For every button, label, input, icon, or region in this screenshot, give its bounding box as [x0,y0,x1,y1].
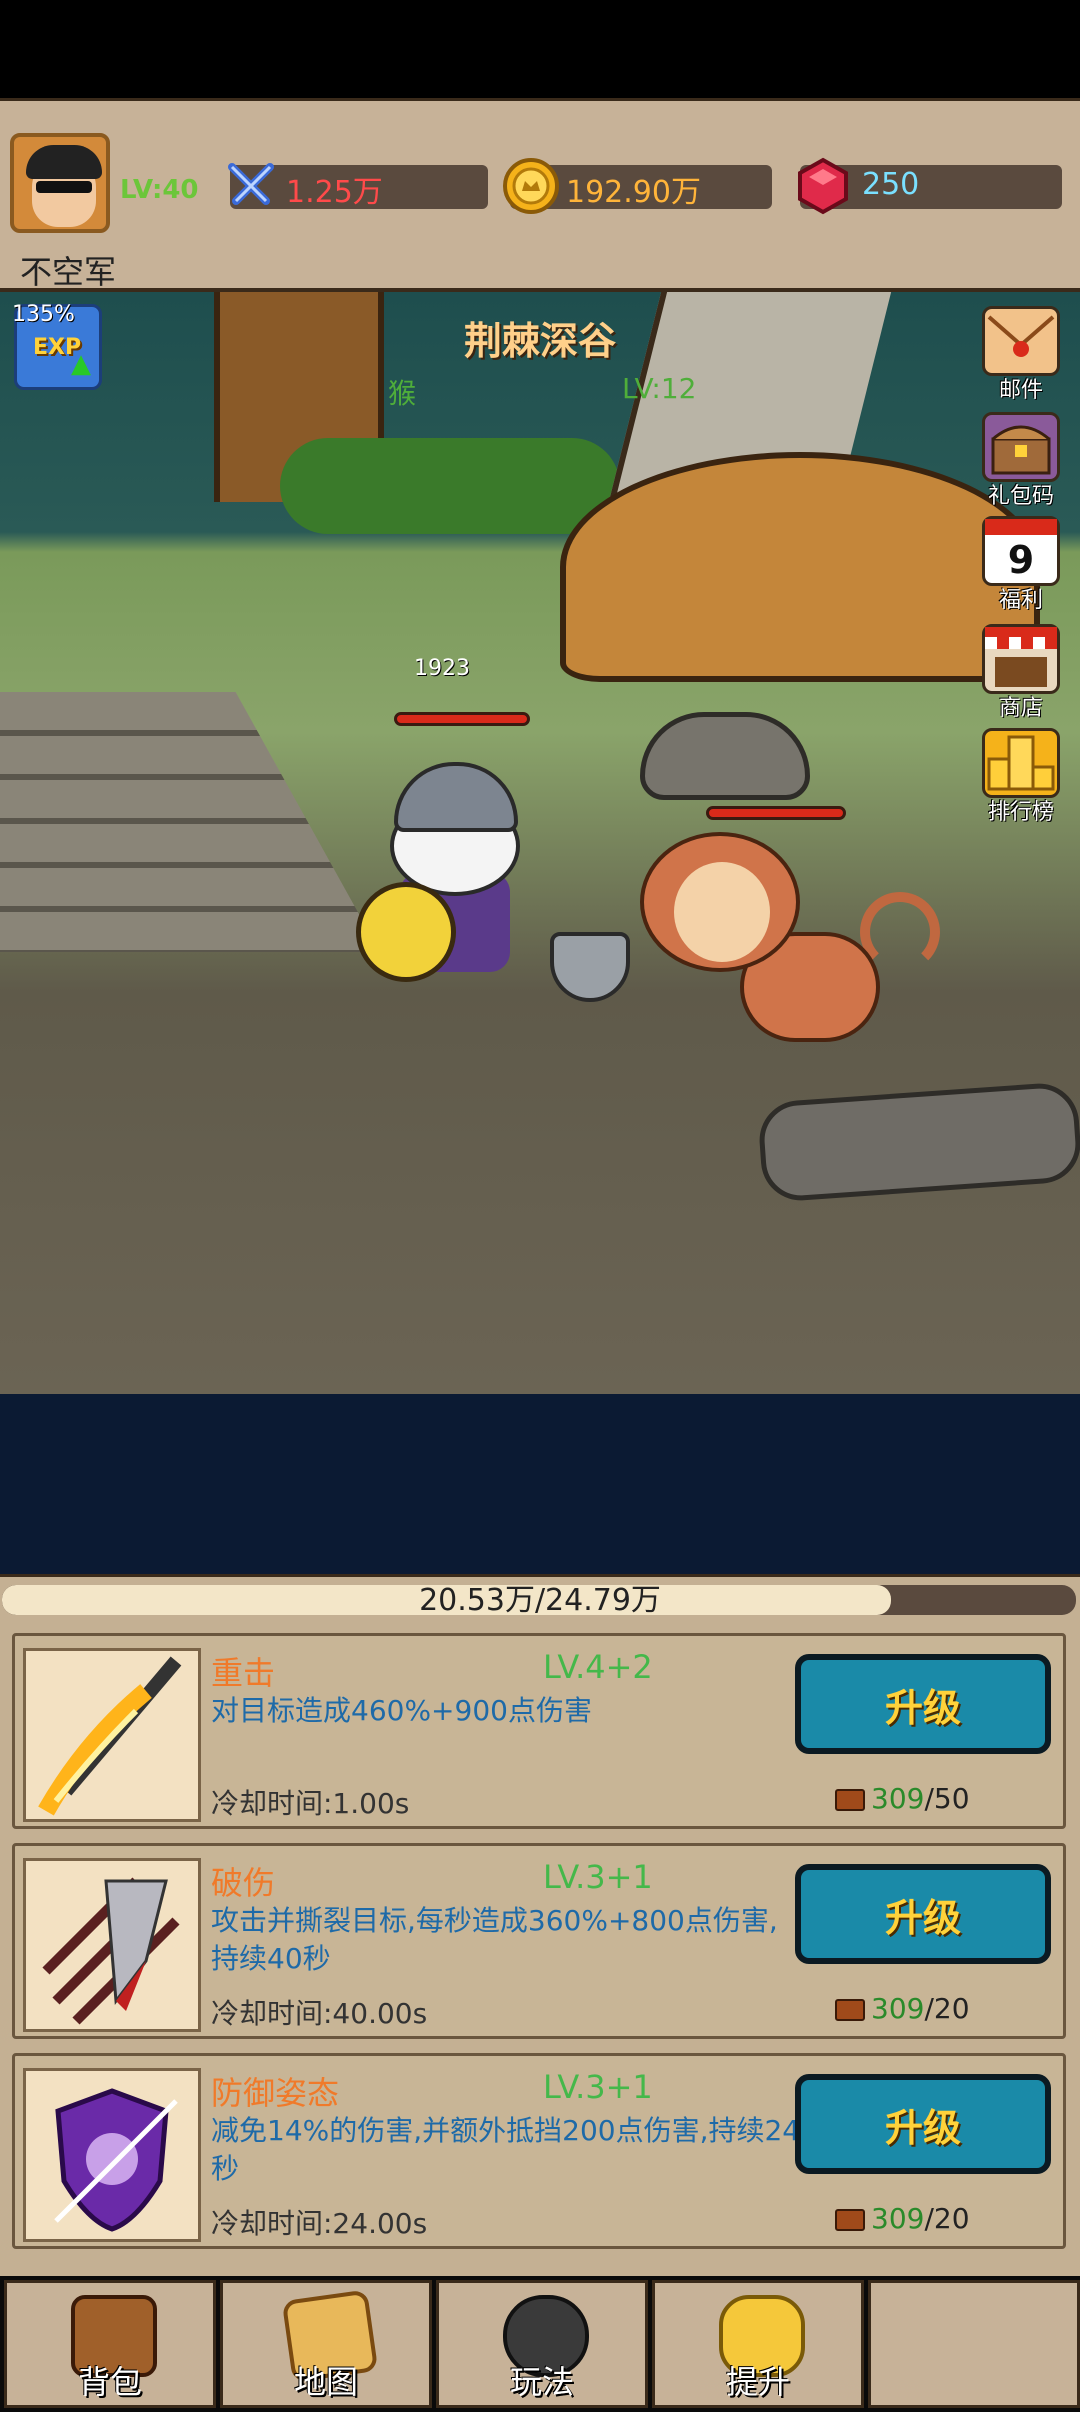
side-button-label: 礼包码 [987,484,1054,509]
skill-card-heavy-strike: 重击 LV.4+2 对目标造成460%+900点伤害 冷却时间:1.00s 升级… [12,1633,1066,1829]
bush [280,438,620,534]
enemy-name: 猴 [388,377,417,410]
enemy-hp-bar [706,806,846,820]
skill-description: 攻击并撕裂目标,每秒造成360%+800点伤害,持续40秒 [211,1904,778,1975]
skill-card-rend: 破伤 LV.3+1 攻击并撕裂目标,每秒造成360%+800点伤害,持续40秒 … [12,1843,1066,2039]
skill-card-defensive-stance: 防御姿态 LV.3+1 减免14%的伤害,并额外抵挡200点伤害,持续24秒 冷… [12,2053,1066,2249]
upgrade-button[interactable]: 升级 [795,2074,1051,2174]
hero-hp-value: 1923 [414,656,470,681]
hero-character [350,762,630,1022]
player-level: LV:40 [120,175,199,205]
scene-bottom-band [0,1394,1080,1574]
side-button-welfare[interactable]: 9 福利 [972,516,1070,614]
skill-cooldown: 冷却时间:1.00s [211,1787,410,1820]
nav-upgrade[interactable]: 提升 [652,2280,864,2408]
stage-title: 荆棘深谷 [463,319,616,363]
rock-slab [756,1080,1080,1204]
skill-description: 对目标造成460%+900点伤害 [211,1694,592,1727]
upgrade-button[interactable]: 升级 [795,1654,1051,1754]
hero-helmet [394,762,518,832]
nav-label: 地图 [293,2363,358,2401]
skill-book-icon [835,1789,865,1811]
bottom-nav: 背包 地图 玩法 提升 [0,2276,1080,2412]
gold-coin-icon [502,157,560,215]
sword-skill-icon [23,1648,201,1822]
skill-description: 减免14%的伤害,并额外抵挡200点伤害,持续24秒 [211,2114,801,2185]
crossed-swords-icon [222,157,280,215]
hero-axe [550,932,630,1002]
arrow-up-icon: ▲ [71,349,91,379]
cost-need: /20 [924,1992,970,2025]
red-gem-icon [794,157,852,215]
nav-label: 背包 [77,2363,142,2401]
nav-backpack[interactable]: 背包 [4,2280,216,2408]
side-button-label: 福利 [998,588,1043,613]
exp-percent: 135% [12,302,75,327]
cost-need: /50 [924,1782,970,1815]
battle-scene: 荆棘深谷 猴 LV:12 EXP ▲ 135% 邮件 礼包码 9 福利 商店 排… [0,292,1080,1394]
shield-skill-icon [23,2068,201,2242]
shop-icon [982,624,1060,694]
claw-skill-icon [23,1858,201,2032]
skill-book-icon [835,1999,865,2021]
rock [640,712,810,800]
player-avatar[interactable] [10,133,110,233]
monkey-face [674,862,770,962]
gem-value: 250 [862,167,920,202]
side-button-label: 邮件 [998,378,1043,403]
side-button-shop[interactable]: 商店 [972,624,1070,722]
nav-empty-slot[interactable] [868,2280,1080,2408]
top-hud: LV:40 不空军 1.25万 192.90万 250 [0,98,1080,292]
upgrade-button[interactable]: 升级 [795,1864,1051,1964]
tree-root [560,452,1040,682]
progress-text: 20.53万/24.79万 [419,1583,661,1618]
nav-label: 玩法 [509,2363,574,2401]
hero-hp-bar [394,712,530,726]
skill-level: LV.4+2 [543,1648,653,1686]
monkey-enemy[interactable] [620,832,940,1072]
side-button-leaderboard[interactable]: 排行榜 [972,728,1070,826]
treasure-chest-icon [982,412,1060,482]
skill-level: LV.3+1 [543,1858,653,1896]
avatar-hair [26,145,102,179]
skill-cooldown: 冷却时间:40.00s [211,1997,428,2030]
skill-cost: 309/50 [835,1782,970,1815]
skill-level: LV.3+1 [543,2068,653,2106]
svg-text:9: 9 [1008,538,1034,582]
player-name: 不空军 [20,253,117,291]
cost-have: 309 [871,1992,925,2025]
skill-name: 破伤 [211,1864,276,1902]
mail-icon [982,306,1060,376]
cost-need: /20 [924,2202,970,2235]
hero-shield [356,882,456,982]
skill-cooldown: 冷却时间:24.00s [211,2207,428,2240]
calendar-icon: 9 [982,516,1060,586]
cost-have: 309 [871,1782,925,1815]
skill-name: 重击 [211,1654,276,1692]
skills-panel: 20.53万/24.79万 重击 LV.4+2 对目标造成460%+900点伤害… [0,1574,1080,2276]
skill-book-icon [835,2209,865,2231]
cost-have: 309 [871,2202,925,2235]
skill-cost: 309/20 [835,1992,970,2025]
nav-gameplay[interactable]: 玩法 [436,2280,648,2408]
avatar-glasses [36,181,92,193]
side-button-label: 排行榜 [987,800,1054,825]
gold-value: 192.90万 [566,175,701,210]
nav-label: 提升 [725,2363,790,2401]
side-button-label: 商店 [998,696,1043,721]
side-button-mail[interactable]: 邮件 [972,306,1070,404]
nav-map[interactable]: 地图 [220,2280,432,2408]
side-button-gift-code[interactable]: 礼包码 [972,412,1070,510]
skill-cost: 309/20 [835,2202,970,2235]
enemy-level: LV:12 [622,372,697,405]
trophy-icon [982,728,1060,798]
power-value: 1.25万 [286,175,383,210]
status-bar [0,0,1080,98]
stone-stairs [0,692,380,952]
skill-name: 防御姿态 [211,2074,340,2112]
